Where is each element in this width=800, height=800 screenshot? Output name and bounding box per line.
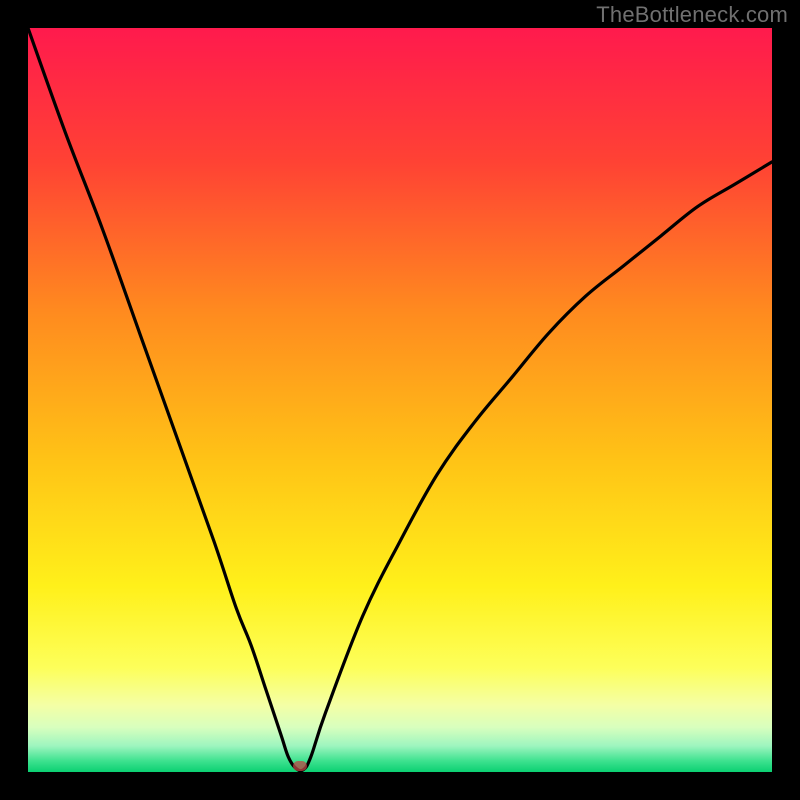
chart-frame: TheBottleneck.com bbox=[0, 0, 800, 800]
bottleneck-marker bbox=[293, 761, 307, 771]
curve-path bbox=[28, 28, 772, 771]
plot-area bbox=[28, 28, 772, 772]
watermark-text: TheBottleneck.com bbox=[596, 2, 788, 28]
bottleneck-curve bbox=[28, 28, 772, 772]
